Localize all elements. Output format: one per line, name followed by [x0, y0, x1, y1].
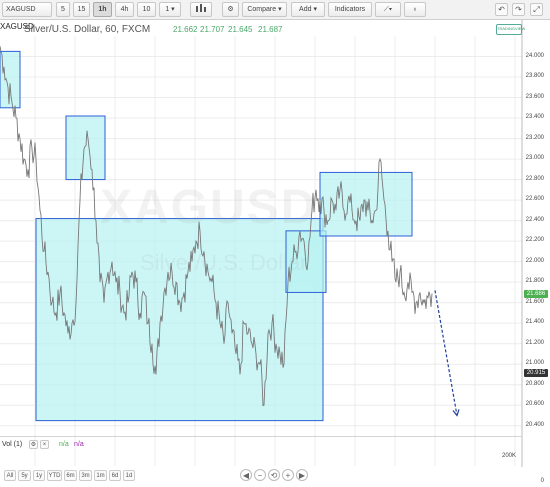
annotation-box	[0, 50, 21, 109]
range-button-1d[interactable]: 1d	[123, 470, 135, 481]
price-scale-label: 21.200	[525, 339, 544, 346]
compare-label: Compare	[247, 6, 277, 13]
interval-10[interactable]: 10	[137, 2, 156, 17]
interval-5m[interactable]: 5	[56, 2, 70, 17]
top-toolbar: XAGUSD 5 15 1h 4h 10 1 ▾ ⚙ Compare ▾ Add…	[0, 0, 550, 20]
last-price-tag: 21.686	[524, 289, 548, 298]
price-scale-label: 21.600	[525, 298, 544, 305]
volume-value-1: n/a	[59, 441, 69, 448]
range-button-all[interactable]: All	[4, 470, 16, 481]
compare-button[interactable]: Compare ▾	[242, 2, 287, 17]
price-scale-label: 23.600	[525, 93, 544, 100]
add-button[interactable]: Add ▾	[291, 2, 325, 17]
chevron-down-icon: ▾	[278, 6, 282, 13]
volume-settings-button[interactable]: ⚙	[29, 440, 38, 449]
price-scale-label: 20.800	[525, 380, 544, 387]
ohlc-high: 21.707	[200, 25, 225, 34]
price-scale-label: 22.600	[525, 196, 544, 203]
interval-4h[interactable]: 4h	[115, 2, 134, 17]
price-scale-label: 23.800	[525, 73, 544, 80]
price-scale-label: 20.600	[525, 401, 544, 408]
volume-scale-top: 200K	[501, 453, 516, 459]
symbol-watermark: XAGUSD	[100, 181, 318, 234]
price-scale-label: 20.400	[525, 421, 544, 428]
gear-icon: ⚙	[227, 6, 234, 13]
symbol-input[interactable]: XAGUSD	[2, 2, 52, 17]
range-button-5y[interactable]: 5y	[18, 470, 31, 481]
undo-icon: ↶	[498, 5, 505, 14]
chart-style-button[interactable]	[190, 2, 212, 17]
projection-arrow-line	[434, 290, 458, 416]
ohlc-low: 21.645	[228, 25, 253, 34]
ohlc-open: 21.662	[173, 25, 198, 34]
indicators-button[interactable]: Indicators	[328, 2, 372, 17]
range-button-3m[interactable]: 3m	[79, 470, 92, 481]
scroll-left-icon[interactable]: ◀	[240, 469, 252, 481]
annotation-box	[35, 218, 324, 422]
add-label: Add	[299, 6, 312, 13]
range-button-1y[interactable]: 1y	[33, 470, 45, 481]
price-scale-label: 22.400	[525, 216, 544, 223]
annotation-box	[319, 171, 413, 237]
range-button-ytd[interactable]: YTD	[47, 470, 62, 481]
redo-button[interactable]: ↷	[512, 3, 525, 16]
volume-panel: Vol (1) ⚙ × n/a n/a 200K	[0, 436, 522, 467]
undo-button[interactable]: ↶	[495, 3, 508, 16]
price-scale-label: 21.800	[525, 278, 544, 285]
price-scale-label: 22.800	[525, 175, 544, 182]
redo-icon: ↷	[515, 5, 522, 14]
range-button-1m[interactable]: 1m	[94, 470, 107, 481]
marker-price-tag: 20.915	[524, 368, 548, 377]
candles-icon	[196, 4, 206, 12]
drawing-tools-button[interactable]: ⟋▾	[375, 2, 401, 17]
ohlc-close: 21.687	[258, 25, 283, 34]
alert-button[interactable]: ♁	[404, 2, 426, 17]
price-scale-label: 21.400	[525, 319, 544, 326]
price-scale-label: 22.200	[525, 237, 544, 244]
interval-dropdown-label: 1	[165, 6, 170, 13]
chevron-down-icon: ▾	[388, 6, 393, 13]
chevron-down-icon: ▾	[313, 6, 317, 13]
chart-title: Silver/U.S. Dollar, 60, FXCM	[24, 24, 151, 35]
price-scale-label: 22.000	[525, 257, 544, 264]
range-button-6m[interactable]: 6m	[64, 470, 77, 481]
zoom-out-icon[interactable]: −	[254, 469, 266, 481]
price-scale-label: 23.400	[525, 114, 544, 121]
price-scale-label: 23.200	[525, 134, 544, 141]
price-scale-label: 21.000	[525, 360, 544, 367]
scroll-right-icon[interactable]: ▶	[296, 469, 308, 481]
gear-icon: ⚙	[30, 442, 37, 448]
price-scale-label: 23.000	[525, 155, 544, 162]
interval-15m[interactable]: 15	[73, 2, 90, 17]
fullscreen-icon: ⤢	[533, 5, 540, 14]
chevron-down-icon: ▾	[171, 6, 175, 13]
zoom-in-icon[interactable]: +	[282, 469, 294, 481]
annotation-box	[65, 115, 106, 181]
volume-label: Vol (1)	[2, 441, 23, 448]
interval-dropdown[interactable]: 1 ▾	[159, 2, 181, 17]
tradingview-badge: TRADINGVIEW	[496, 24, 525, 35]
close-icon: ×	[42, 442, 47, 448]
reset-icon[interactable]: ⟲	[268, 469, 280, 481]
settings-button[interactable]: ⚙	[222, 2, 239, 17]
interval-1h[interactable]: 1h	[93, 2, 112, 17]
range-button-6d[interactable]: 6d	[109, 470, 121, 481]
price-scale-label: 24.000	[525, 52, 544, 59]
fullscreen-button[interactable]: ⤢	[530, 3, 543, 16]
volume-close-button[interactable]: ×	[40, 440, 49, 449]
lightbulb-icon: ♁	[412, 6, 418, 13]
name-watermark: Silver/U.S. Dollar	[140, 250, 308, 275]
volume-value-2: n/a	[74, 441, 84, 448]
